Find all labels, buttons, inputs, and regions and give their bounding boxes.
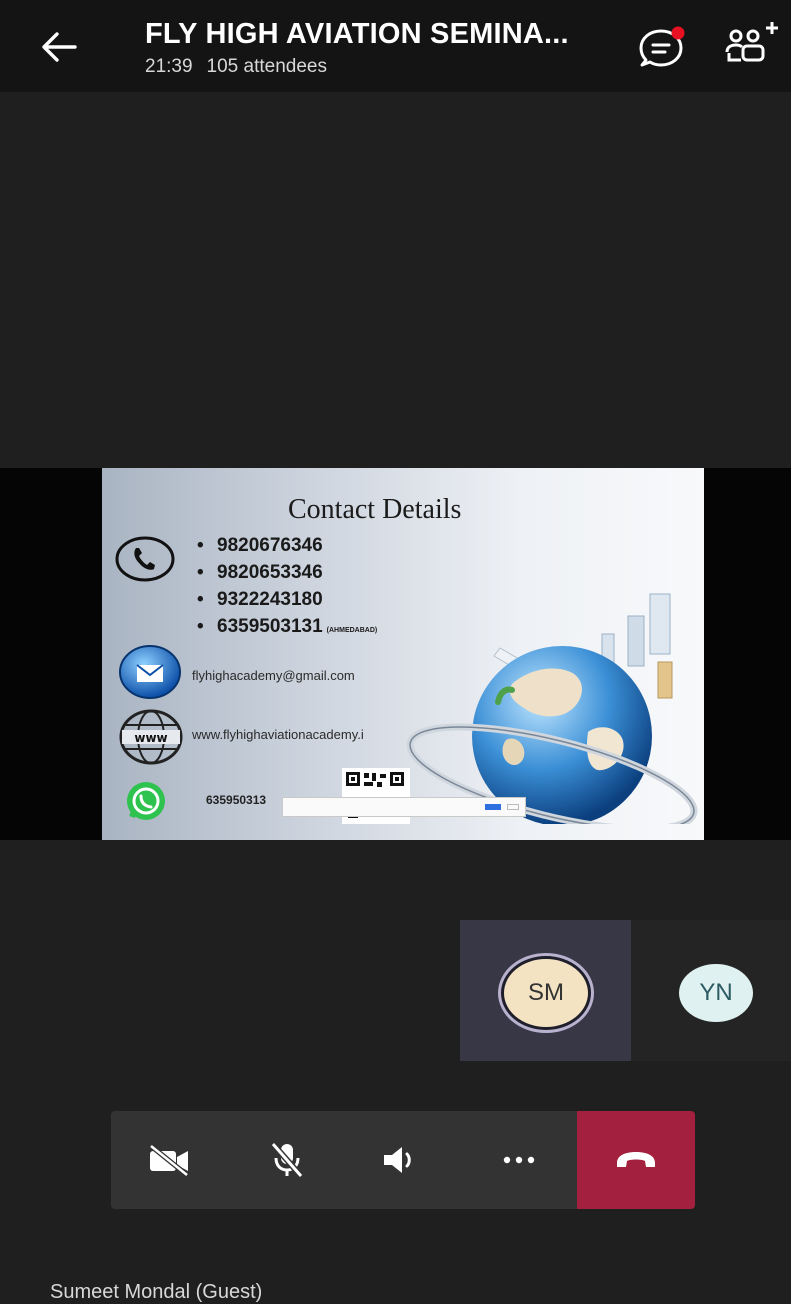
meeting-subtitle: 21:39 105 attendees bbox=[145, 56, 341, 78]
whatsapp-icon bbox=[127, 782, 165, 820]
participant-tile-yn[interactable]: YN bbox=[631, 920, 791, 1061]
call-header: FLY HIGH AVIATION SEMINA... 21:39 105 att… bbox=[0, 0, 791, 92]
meeting-title: FLY HIGH AVIATION SEMINA... bbox=[145, 18, 569, 50]
stop-sharing-button[interactable] bbox=[485, 804, 501, 810]
notification-dot bbox=[671, 26, 685, 40]
hide-sharing-bar-button[interactable] bbox=[507, 804, 519, 810]
screen-share-bar bbox=[282, 797, 526, 817]
slide-whatsapp: 635950313 bbox=[206, 793, 267, 807]
chat-icon bbox=[639, 26, 685, 67]
svg-text:www: www bbox=[134, 731, 167, 745]
camera-toggle-button[interactable] bbox=[121, 1111, 217, 1209]
mic-off-icon bbox=[270, 1142, 304, 1178]
phone-note: (AHMEDABAD) bbox=[326, 627, 378, 634]
more-options-button[interactable] bbox=[471, 1111, 567, 1209]
hang-up-button[interactable] bbox=[577, 1111, 695, 1209]
phone-list: • 9820676346 • 9820653346 • 9322243180 • 635… bbox=[197, 532, 377, 640]
globe-illustration bbox=[406, 593, 698, 824]
avatar: SM bbox=[501, 956, 591, 1030]
participant-name-label: Sumeet Mondal (Guest) bbox=[50, 1281, 263, 1303]
participant-tile-sm[interactable]: SM bbox=[460, 920, 631, 1061]
speaker-icon bbox=[384, 1147, 411, 1173]
phone-number: • 9820653346 bbox=[197, 562, 323, 583]
back-arrow-icon bbox=[42, 32, 77, 62]
call-duration: 21:39 bbox=[145, 56, 193, 77]
phone-number: • 9820676346 bbox=[197, 535, 323, 556]
slide-email: flyhighacademy@gmail.com bbox=[192, 668, 355, 683]
slide-title: Contact Details bbox=[288, 494, 462, 525]
add-people-button[interactable] bbox=[722, 20, 780, 74]
avatar: YN bbox=[679, 964, 753, 1022]
call-controls bbox=[111, 1111, 695, 1209]
back-button[interactable] bbox=[34, 22, 84, 72]
chat-button[interactable] bbox=[636, 24, 692, 74]
more-icon bbox=[503, 1156, 535, 1164]
add-people-icon bbox=[725, 22, 778, 62]
phone-number: • 6359503131 (AHMEDABAD) bbox=[197, 616, 378, 637]
slide-website: www.flyhighaviationacademy.i bbox=[192, 727, 364, 742]
email-icon bbox=[119, 645, 181, 699]
attendee-count: 105 attendees bbox=[206, 56, 327, 77]
phone-icon bbox=[115, 536, 175, 582]
speaker-button[interactable] bbox=[353, 1111, 449, 1209]
mic-toggle-button[interactable] bbox=[239, 1111, 335, 1209]
shared-slide: Contact Details • 9820676346 • 9820653346 … bbox=[102, 468, 704, 840]
phone-number: • 9322243180 bbox=[197, 589, 323, 610]
www-icon: www bbox=[119, 709, 183, 765]
hang-up-icon bbox=[617, 1152, 655, 1167]
camera-off-icon bbox=[149, 1144, 189, 1177]
